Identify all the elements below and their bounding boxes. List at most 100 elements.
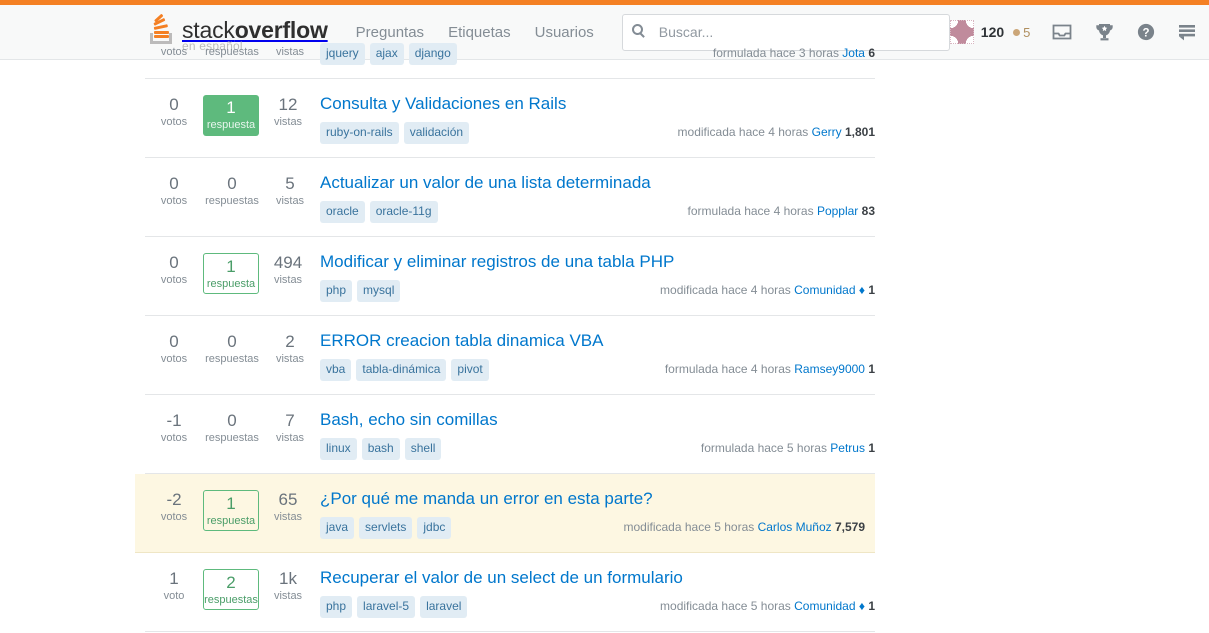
answer-count-value: 0	[227, 332, 237, 351]
view-label: vistas	[275, 46, 305, 58]
main-content: votos respuestas vistas jquery ajax django for…	[0, 43, 1209, 632]
question-footer: java servlets jdbc modificada hace 5 horas …	[320, 517, 865, 539]
view-count: 1k vistas	[259, 569, 317, 618]
question-row[interactable]: 0 votos 1 respuesta 494 vistas Modificar y eli…	[145, 237, 875, 316]
vote-count-value: -1	[166, 411, 182, 430]
tag-bash[interactable]: bash	[361, 438, 400, 460]
moderator-diamond-icon: ♦	[855, 283, 865, 297]
answer-count: 0 respuestas	[203, 174, 261, 223]
answer-count-value: 1	[226, 494, 236, 513]
answer-count-value: 2	[226, 573, 236, 592]
question-meta: modificada hace 5 horas Carlos Muñoz 7,5…	[624, 517, 866, 534]
vote-label: votos	[160, 511, 188, 523]
question-footer: vba tabla-dinámica pivot formulada hace 4 h…	[320, 359, 875, 381]
question-title-link[interactable]: ¿Por qué me manda un error en esta parte…	[320, 488, 653, 510]
question-row[interactable]: votos respuestas vistas jquery ajax django for…	[145, 43, 875, 79]
question-meta: modificada hace 4 horas Comunidad ♦ 1	[660, 280, 875, 297]
site-switcher-icon[interactable]	[1178, 24, 1196, 41]
question-meta: formulada hace 3 horas Jota 6	[713, 43, 875, 60]
user-link[interactable]: Popplar	[817, 204, 858, 218]
view-label: vistas	[275, 195, 305, 207]
tag-ruby-on-rails[interactable]: ruby-on-rails	[320, 122, 399, 144]
inbox-icon[interactable]	[1052, 23, 1072, 41]
user-link[interactable]: Petrus	[830, 441, 865, 455]
tag-tabla-dinámica[interactable]: tabla-dinámica	[356, 359, 447, 381]
answer-count: 0 respuestas	[203, 332, 261, 381]
view-count-value: 5	[285, 174, 295, 193]
vote-count: 0 votos	[145, 95, 203, 144]
tag-servlets[interactable]: servlets	[359, 517, 413, 539]
tag-pivot[interactable]: pivot	[451, 359, 489, 381]
user-link[interactable]: Comunidad	[794, 599, 855, 613]
user-reputation: 1	[864, 362, 875, 376]
tag-mysql[interactable]: mysql	[357, 280, 401, 302]
user-reputation: 1,801	[841, 125, 875, 139]
reputation-score[interactable]: 120	[981, 24, 1004, 40]
user-link[interactable]: Ramsey9000	[794, 362, 865, 376]
question-row[interactable]: 1 voto 2 respuestas 1k vistas Recuperar el val…	[145, 553, 875, 632]
answer-count: 1 respuesta	[203, 95, 259, 136]
tag-validación[interactable]: validación	[403, 122, 470, 144]
svg-text:?: ?	[1143, 27, 1150, 39]
vote-count-value: -2	[166, 490, 182, 509]
question-summary: ¿Por qué me manda un error en esta parte…	[320, 488, 865, 539]
tag-php[interactable]: php	[320, 596, 353, 618]
question-title-link[interactable]: Consulta y Validaciones en Rails	[320, 93, 566, 115]
tag-jquery[interactable]: jquery	[320, 43, 365, 65]
view-label: vistas	[273, 274, 303, 286]
tag-vba[interactable]: vba	[320, 359, 352, 381]
view-label: vistas	[273, 511, 303, 523]
answer-label: respuesta	[206, 515, 256, 527]
tag-django[interactable]: django	[408, 43, 457, 65]
achievements-trophy-icon[interactable]	[1095, 23, 1114, 41]
question-stats: -2 votos 1 respuesta 65 vistas	[145, 488, 320, 539]
tag-list: ruby-on-rails validación	[320, 122, 678, 144]
question-title-link[interactable]: Recuperar el valor de un select de un fo…	[320, 567, 683, 589]
vote-label: votos	[160, 46, 188, 58]
question-title-link[interactable]: Actualizar un valor de una lista determi…	[320, 172, 651, 194]
tag-java[interactable]: java	[320, 517, 355, 539]
view-count: vistas	[261, 45, 319, 65]
tag-linux[interactable]: linux	[320, 438, 357, 460]
question-title-link[interactable]: Bash, echo sin comillas	[320, 409, 498, 431]
question-title-link[interactable]: ERROR creacion tabla dinamica VBA	[320, 330, 603, 352]
user-link[interactable]: Carlos Muñoz	[758, 520, 832, 534]
question-summary: Recuperar el valor de un select de un fo…	[320, 567, 875, 618]
question-row[interactable]: -2 votos 1 respuesta 65 vistas ¿Por qué me man…	[135, 474, 875, 553]
tag-laravel-5[interactable]: laravel-5	[357, 596, 416, 618]
view-count-value: 12	[278, 95, 298, 114]
question-stats: -1 votos 0 respuestas 7 vistas	[145, 409, 320, 460]
tag-laravel[interactable]: laravel	[420, 596, 468, 618]
question-row[interactable]: 0 votos 0 respuestas 2 vistas ERROR creacion t…	[145, 316, 875, 395]
bronze-badge-count[interactable]: 5	[1013, 25, 1030, 40]
user-link[interactable]: Comunidad	[794, 283, 855, 297]
help-icon[interactable]: ?	[1137, 23, 1155, 41]
tag-shell[interactable]: shell	[404, 438, 442, 460]
vote-count: votos	[145, 45, 203, 65]
tag-ajax[interactable]: ajax	[369, 43, 404, 65]
avatar[interactable]	[949, 20, 974, 44]
vote-label: voto	[163, 590, 185, 602]
search-input[interactable]	[656, 23, 940, 41]
question-row[interactable]: 0 votos 0 respuestas 5 vistas Actualizar un va…	[145, 158, 875, 237]
user-link[interactable]: Jota	[842, 46, 865, 60]
answer-label: respuestas	[205, 353, 259, 365]
bronze-badge-value: 5	[1023, 24, 1031, 40]
question-title-link[interactable]: Modificar y eliminar registros de una ta…	[320, 251, 674, 273]
question-stats: votos respuestas vistas	[145, 43, 320, 65]
tag-oracle[interactable]: oracle	[320, 201, 365, 223]
activity-timestamp: modificada hace 4 horas	[660, 283, 795, 297]
answer-count-value: 0	[227, 174, 237, 193]
answer-count-value: 0	[227, 411, 237, 430]
user-link[interactable]: Gerry	[812, 125, 842, 139]
question-meta: formulada hace 4 horas Popplar 83	[688, 201, 875, 218]
question-footer: oracle oracle-11g formulada hace 4 horas P…	[320, 201, 875, 223]
activity-timestamp: formulada hace 5 horas	[700, 441, 831, 455]
tag-list: linux bash shell	[320, 438, 701, 460]
tag-oracle-11g[interactable]: oracle-11g	[369, 201, 438, 223]
tag-php[interactable]: php	[320, 280, 353, 302]
question-row[interactable]: 0 votos 1 respuesta 12 vistas Consulta y Valid…	[145, 79, 875, 158]
question-row[interactable]: -1 votos 0 respuestas 7 vistas Bash, echo sin …	[145, 395, 875, 474]
activity-timestamp: modificada hace 5 horas	[660, 599, 795, 613]
tag-jdbc[interactable]: jdbc	[417, 517, 452, 539]
